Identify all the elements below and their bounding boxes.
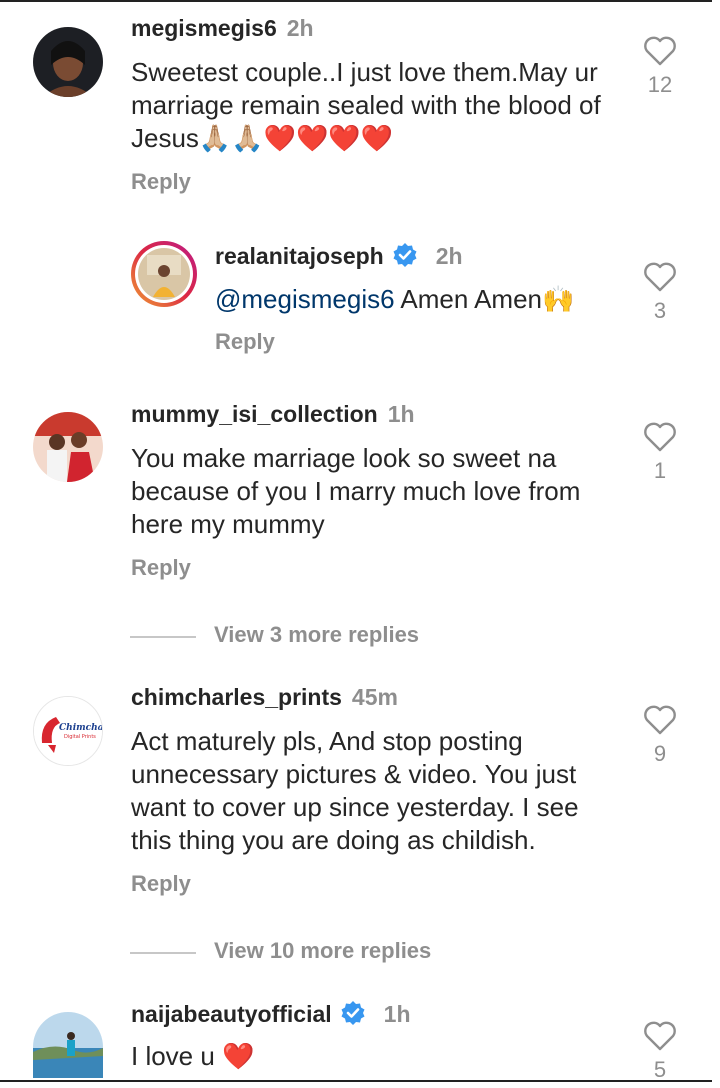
view-more-replies[interactable]: View 10 more replies <box>130 938 530 968</box>
verified-badge-icon <box>340 1000 366 1032</box>
reply-button[interactable]: Reply <box>131 169 191 195</box>
username[interactable]: realanitajoseph <box>215 243 384 269</box>
username[interactable]: megismegis6 <box>131 15 277 41</box>
divider-line <box>130 636 196 638</box>
avatar[interactable] <box>33 412 103 482</box>
heart-outline-icon[interactable] <box>643 262 677 292</box>
timestamp: 1h <box>383 1001 411 1027</box>
avatar-logo-subtext: Digital Prints <box>64 734 96 740</box>
comment-body: Act maturely pls, And stop posting unnec… <box>131 726 579 855</box>
avatar[interactable] <box>33 27 103 97</box>
like-control: 1 <box>640 422 680 484</box>
username[interactable]: mummy_isi_collection <box>131 401 378 427</box>
comment-emoji: 🙌 <box>542 284 575 314</box>
comment-text: Sweetest couple..I just love them.May ur… <box>131 56 631 155</box>
view-more-replies[interactable]: View 3 more replies <box>130 622 530 652</box>
divider-line <box>130 952 196 954</box>
comment-emoji: ❤️ <box>222 1041 255 1071</box>
timestamp: 2h <box>286 15 314 41</box>
like-count: 1 <box>653 458 667 483</box>
bottom-divider <box>0 1080 712 1082</box>
comment-emoji: 🙏🏼🙏🏼❤️❤️❤️❤️ <box>198 123 394 153</box>
view-more-replies-label[interactable]: View 10 more replies <box>214 938 431 964</box>
comment-text: I love u ❤️ <box>131 1040 631 1073</box>
like-control: 5 <box>640 1021 680 1083</box>
like-control: 9 <box>640 705 680 767</box>
view-more-replies-label[interactable]: View 3 more replies <box>214 622 419 648</box>
reply-button[interactable]: Reply <box>131 871 191 897</box>
top-divider <box>0 0 712 2</box>
reply-button[interactable]: Reply <box>131 555 191 581</box>
comment-body: Amen Amen <box>400 284 542 314</box>
like-count: 9 <box>653 741 667 766</box>
verified-badge-icon <box>392 242 418 274</box>
heart-outline-icon[interactable] <box>643 422 677 452</box>
timestamp: 1h <box>387 401 415 427</box>
timestamp: 2h <box>435 243 463 269</box>
avatar[interactable]: Chimcharles Digital Prints <box>33 696 103 766</box>
timestamp: 45m <box>351 684 398 710</box>
like-count: 12 <box>647 72 673 97</box>
avatar[interactable] <box>131 241 197 307</box>
comment-text: @megismegis6 Amen Amen🙌 <box>215 283 635 316</box>
avatar-logo-text: Chimcharles <box>59 723 102 733</box>
comment-body: I love u <box>131 1041 215 1071</box>
heart-outline-icon[interactable] <box>643 705 677 735</box>
like-control: 12 <box>640 36 680 98</box>
avatar[interactable] <box>33 1012 103 1078</box>
heart-outline-icon[interactable] <box>643 1021 677 1051</box>
comment-body: You make marriage look so sweet na becau… <box>131 443 581 539</box>
like-control: 3 <box>640 262 680 324</box>
mention-link[interactable]: @megismegis6 <box>215 284 395 314</box>
username[interactable]: chimcharles_prints <box>131 684 342 710</box>
heart-outline-icon[interactable] <box>643 36 677 66</box>
reply-button[interactable]: Reply <box>215 329 275 355</box>
username[interactable]: naijabeautyofficial <box>131 1001 332 1027</box>
like-count: 3 <box>653 298 667 323</box>
